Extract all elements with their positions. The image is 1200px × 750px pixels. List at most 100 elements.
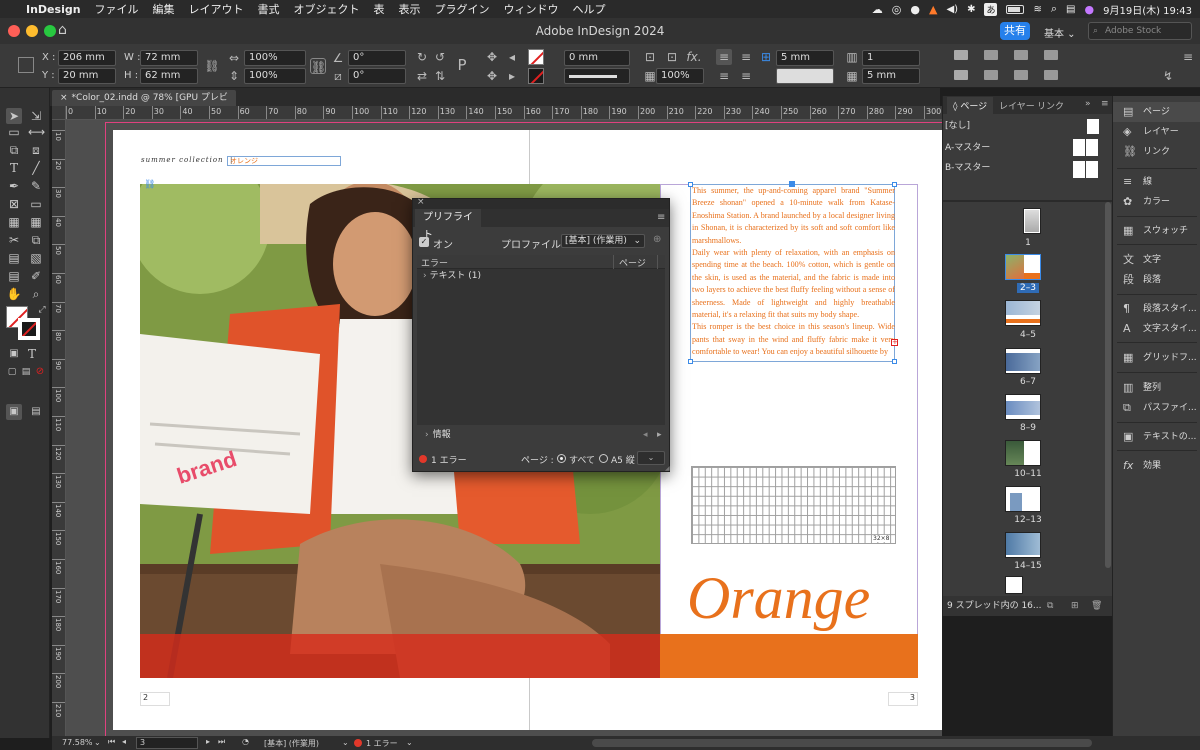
last-page-icon[interactable]: ⏭ bbox=[218, 737, 225, 747]
workspace-switcher[interactable]: 基本 ⌄ bbox=[1044, 25, 1076, 40]
scale-x-field[interactable]: 100% bbox=[244, 50, 306, 66]
bluetooth-icon[interactable]: ✱ bbox=[967, 4, 975, 15]
info-section[interactable]: › 情報 ◂ ▸ bbox=[417, 427, 665, 443]
direct-selection-tool-icon[interactable]: ⇲ bbox=[28, 108, 44, 124]
sync-icon[interactable]: ● bbox=[910, 3, 920, 16]
menu-help[interactable]: ヘルプ bbox=[573, 1, 606, 17]
master-item-b[interactable]: B-マスター bbox=[943, 160, 1113, 178]
columns-field[interactable]: 1 bbox=[862, 50, 920, 66]
headline[interactable]: Orange bbox=[687, 566, 870, 630]
rectangle-tool-icon[interactable]: ▭ bbox=[28, 196, 44, 212]
rectangle-frame-tool-icon[interactable]: ⊠ bbox=[6, 196, 22, 212]
column-error[interactable]: エラー bbox=[421, 256, 448, 269]
page-tool-icon[interactable]: ▭ bbox=[6, 124, 22, 140]
menu-view[interactable]: 表示 bbox=[399, 1, 421, 17]
page-thumb-8-9[interactable] bbox=[1005, 394, 1041, 420]
line-tool-icon[interactable]: ╱ bbox=[28, 160, 44, 176]
menu-object[interactable]: オブジェクト bbox=[294, 1, 360, 17]
dock-paragraph[interactable]: 段段落 bbox=[1113, 270, 1200, 290]
height-field[interactable]: 62 mm bbox=[140, 68, 198, 84]
scissors-tool-icon[interactable]: ✂ bbox=[6, 232, 22, 248]
ruler-origin[interactable] bbox=[52, 106, 66, 120]
align-top-icon[interactable]: ≡ bbox=[716, 49, 732, 65]
swap-fill-stroke-icon[interactable]: ⤢ bbox=[34, 302, 50, 318]
distribute-top-icon[interactable] bbox=[984, 50, 998, 60]
preflight-panel-header[interactable]: × bbox=[413, 197, 669, 209]
menu-edit[interactable]: 編集 bbox=[153, 1, 175, 17]
y-position-field[interactable]: 20 mm bbox=[58, 68, 116, 84]
page-thumb-12-13[interactable] bbox=[1005, 486, 1041, 512]
volume-icon[interactable]: ◀) bbox=[946, 4, 958, 15]
preflight-profile[interactable]: [基本] (作業用) bbox=[264, 738, 319, 749]
text-frame-options-icon[interactable]: ⊡ bbox=[642, 49, 658, 65]
frame-handle-br[interactable] bbox=[892, 359, 897, 364]
frame-handle-bl[interactable] bbox=[688, 359, 693, 364]
tab-layers[interactable]: レイヤー bbox=[999, 99, 1035, 112]
pen-tool-icon[interactable]: ✒ bbox=[6, 178, 22, 194]
frame-handle-tr[interactable] bbox=[892, 182, 897, 187]
dock-align[interactable]: ▥ 整列 bbox=[1113, 378, 1200, 398]
stroke-swatch[interactable] bbox=[528, 68, 544, 84]
opacity-field[interactable]: 100% bbox=[656, 68, 704, 84]
gap-tool-icon[interactable]: ⟷ bbox=[28, 124, 45, 140]
distribute-spacing-icon[interactable] bbox=[1044, 70, 1058, 80]
menu-window[interactable]: ウィンドウ bbox=[504, 1, 559, 17]
overset-text-icon[interactable]: + bbox=[891, 339, 898, 346]
preflight-on-checkbox[interactable]: ✓ bbox=[419, 237, 429, 247]
creative-cloud-icon[interactable]: ◎ bbox=[892, 3, 902, 16]
rotate-ccw-icon[interactable]: ↺ bbox=[432, 49, 448, 65]
rotate-field[interactable]: 0° bbox=[348, 50, 406, 66]
horizontal-ruler[interactable]: 0 10 20 30 40 50 60 70 80 90 100 110 120 130 140 150 160… bbox=[66, 106, 942, 120]
shear-field[interactable]: 0° bbox=[348, 68, 406, 84]
page-thumb-10-11[interactable] bbox=[1005, 440, 1041, 466]
selection-tool-icon[interactable]: ➤ bbox=[6, 108, 22, 124]
distribute-left-icon[interactable] bbox=[1014, 70, 1028, 80]
frame-handle-tl[interactable] bbox=[688, 182, 693, 187]
siri-icon[interactable]: ● bbox=[1085, 3, 1095, 16]
content-collector-icon[interactable]: ⧉ bbox=[6, 142, 22, 158]
distribute-center-icon[interactable] bbox=[984, 70, 998, 80]
dock-paragraph-styles[interactable]: ¶ 段落スタイ... bbox=[1113, 299, 1200, 319]
profile-select[interactable]: [基本] (作業用) ⌄ bbox=[561, 234, 645, 248]
formatting-text-icon[interactable]: T bbox=[24, 346, 40, 362]
tab-pages[interactable]: ◊ ページ bbox=[947, 97, 994, 114]
brave-icon[interactable]: ▲ bbox=[929, 3, 937, 16]
resize-grip[interactable]: ◢ bbox=[665, 465, 670, 472]
free-transform-tool-icon[interactable]: ⧉ bbox=[28, 232, 44, 248]
align-center-icon[interactable]: ≡ bbox=[738, 49, 754, 65]
effects-icon[interactable]: fx. bbox=[686, 49, 702, 65]
panel-menu-icon[interactable]: ≡ bbox=[657, 212, 665, 223]
dock-pathfinder[interactable]: ⧉ パスファイ... bbox=[1113, 398, 1200, 418]
menu-app-name[interactable]: InDesign bbox=[26, 3, 81, 16]
share-button[interactable]: 共有 bbox=[1000, 22, 1030, 40]
column-gutter-field[interactable]: 5 mm bbox=[862, 68, 920, 84]
dock-pages[interactable]: ▤ ページ bbox=[1113, 102, 1200, 122]
type-tool-icon[interactable]: T bbox=[6, 160, 22, 176]
dock-swatches[interactable]: ▦ スウォッチ bbox=[1113, 221, 1200, 241]
error-dropdown-icon[interactable]: ⌄ bbox=[406, 738, 413, 747]
close-tab-icon[interactable]: × bbox=[60, 93, 68, 103]
page-thumb-1[interactable] bbox=[1023, 208, 1041, 234]
x-position-field[interactable]: 206 mm bbox=[58, 50, 116, 66]
dock-stroke[interactable]: ≡ 線 bbox=[1113, 172, 1200, 192]
menubar-clock[interactable]: 9月19日(木) 19:43 bbox=[1103, 2, 1192, 17]
page-number-field[interactable]: 3 bbox=[136, 737, 198, 749]
menu-table[interactable]: 表 bbox=[374, 1, 385, 17]
align-left-edges-icon[interactable] bbox=[954, 50, 968, 60]
page-size-icon[interactable]: ⧉ bbox=[1047, 596, 1053, 616]
wifi-icon[interactable]: ≋ bbox=[1033, 4, 1041, 15]
page-thumb-14-15[interactable] bbox=[1005, 532, 1041, 558]
flip-vertical-icon[interactable]: ⇅ bbox=[432, 68, 448, 84]
eyedropper-tool-icon[interactable]: ✐ bbox=[28, 268, 44, 284]
select-container-icon[interactable]: ✥ bbox=[484, 49, 500, 65]
fill-swatch[interactable] bbox=[528, 49, 544, 65]
next-page-icon[interactable]: ▸ bbox=[206, 737, 210, 746]
distribute-bottom-icon[interactable] bbox=[1014, 50, 1028, 60]
dock-grid-format[interactable]: ▦ グリッドフ... bbox=[1113, 348, 1200, 368]
zoom-level[interactable]: 77.58% bbox=[62, 738, 93, 747]
first-page-icon[interactable]: ⏮ bbox=[108, 737, 115, 747]
dock-effects[interactable]: fx 効果 bbox=[1113, 456, 1200, 476]
zoom-tool-icon[interactable]: ⌕ bbox=[28, 286, 44, 302]
dock-character-styles[interactable]: A 文字スタイ... bbox=[1113, 319, 1200, 339]
dock-character[interactable]: 文文字 bbox=[1113, 250, 1200, 270]
